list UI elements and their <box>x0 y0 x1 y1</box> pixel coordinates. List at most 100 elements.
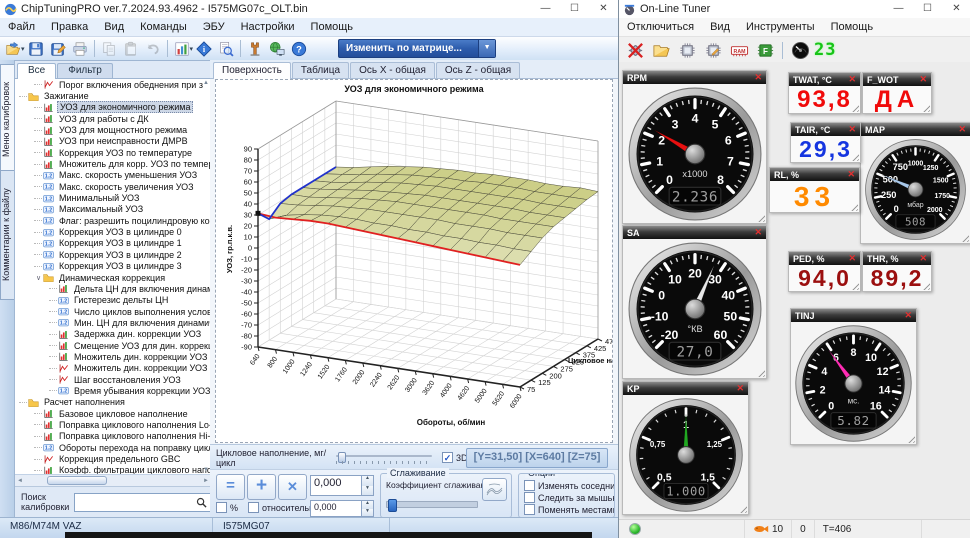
menu-0[interactable]: Файл <box>0 20 43 34</box>
gauge-window-rpm[interactable]: RPM✕012345678x10002.236 <box>622 70 767 224</box>
display-window-tair[interactable]: TAIR, °C✕29,3 <box>790 122 861 163</box>
hscroll-thumb[interactable] <box>47 476 107 485</box>
ram-button[interactable]: RAM <box>727 38 751 62</box>
close-icon[interactable]: ✕ <box>919 254 927 263</box>
checkbox-3d[interactable]: ✓ <box>442 452 453 463</box>
tree-item-8[interactable]: 1.2Макс. скорость уменьшения УОЗ <box>15 170 211 181</box>
smoothing-thumb[interactable] <box>388 499 397 512</box>
tree-item-28[interactable]: Расчет наполнения <box>15 397 211 408</box>
tree-item-25[interactable]: Множитель дин. коррекции УОЗ по <box>15 363 211 374</box>
matrix-mode-dropdown[interactable]: Изменить по матрице...▼ <box>338 39 496 58</box>
tree-item-7[interactable]: Множитель для корр. УОЗ по температ <box>15 158 211 169</box>
expander-icon[interactable]: ∨ <box>34 274 43 282</box>
display-window-rl[interactable]: RL, %✕33 <box>769 167 860 213</box>
tree-item-18[interactable]: Дельта ЦН для включения динами <box>15 283 211 294</box>
tree-item-6[interactable]: Коррекция УОЗ по температуре <box>15 147 211 158</box>
tuner-maximize-button[interactable]: ☐ <box>913 0 942 18</box>
gauge-indicator-button[interactable] <box>788 38 812 62</box>
tree-tab-Фильтр[interactable]: Фильтр <box>57 63 113 78</box>
doc-tab-Таблица[interactable]: Таблица <box>292 62 349 78</box>
close-button[interactable]: ✕ <box>589 0 618 18</box>
search-input[interactable] <box>74 493 211 512</box>
help-button[interactable]: ? <box>288 38 310 59</box>
tree-item-33[interactable]: Коррекция предельного GBC <box>15 453 211 464</box>
tree-item-23[interactable]: Смещение УОЗ для дин. коррекци <box>15 340 211 351</box>
gauge-titlebar-map[interactable]: MAP✕ <box>861 123 970 136</box>
main-titlebar[interactable]: ChipTuningPRO ver.7.2024.93.4962 - I575M… <box>0 0 618 18</box>
doc-tab-Ось X - общая[interactable]: Ось X - общая <box>350 62 435 78</box>
scroll-down-icon[interactable]: ▼ <box>202 466 210 474</box>
relative-spinner[interactable]: 0,000 ▲▼ <box>310 500 374 517</box>
display-titlebar-thr[interactable]: THR, %✕ <box>863 252 931 265</box>
open-dropdown-icon[interactable]: ▾ <box>21 45 25 53</box>
value-spinner[interactable]: 0,000 ▲▼ <box>310 475 374 496</box>
gauge-window-tinj[interactable]: TINJ✕0246810121416мс.5.82 <box>790 308 917 445</box>
tree-item-29[interactable]: Базовое цикловое наполнение <box>15 408 211 419</box>
close-icon[interactable]: ✕ <box>848 75 856 84</box>
tree-item-5[interactable]: УОЗ при неисправности ДМРВ <box>15 136 211 147</box>
apply-smoothing-button[interactable] <box>482 478 507 501</box>
paste-button[interactable] <box>120 38 142 59</box>
relative-checkbox[interactable] <box>248 502 259 513</box>
tree-item-30[interactable]: Поправка циклового наполнения Lo-RP <box>15 419 211 430</box>
option-checkbox-2[interactable] <box>524 504 535 515</box>
close-icon[interactable]: ✕ <box>904 311 912 320</box>
close-icon[interactable]: ✕ <box>754 228 762 237</box>
set-value-button[interactable]: = <box>216 474 245 500</box>
menu-2[interactable]: Вид <box>96 20 132 34</box>
tools-button[interactable] <box>244 38 266 59</box>
tree-item-27[interactable]: 1.2Время убывания коррекции УОЗ <box>15 385 211 396</box>
surface-chart-area[interactable]: -90-80-70-60-50-40-30-20-100102030405060… <box>215 79 613 443</box>
option-checkbox-0[interactable] <box>524 480 535 491</box>
disconnect-button[interactable] <box>623 38 647 62</box>
tree-item-19[interactable]: 1.2Гистерезис дельты ЦН <box>15 295 211 306</box>
tree-item-15[interactable]: 1.2Коррекция УОЗ в цилиндре 2 <box>15 249 211 260</box>
menu-5[interactable]: Настройки <box>233 20 303 34</box>
gauge-titlebar-rpm[interactable]: RPM✕ <box>623 71 766 84</box>
tuner-minimize-button[interactable]: — <box>884 0 913 18</box>
display-titlebar-tair[interactable]: TAIR, °C✕ <box>791 123 860 136</box>
dropdown-arrow-icon[interactable]: ▼ <box>478 40 495 57</box>
tree-item-14[interactable]: 1.2Коррекция УОЗ в цилиндре 1 <box>15 238 211 249</box>
tree-item-11[interactable]: 1.2Максимальный УОЗ <box>15 204 211 215</box>
side-tab-comments[interactable]: Комментарии к файлу <box>0 170 14 300</box>
value-spinner-arrows[interactable]: ▲▼ <box>361 476 373 495</box>
close-icon[interactable]: ✕ <box>736 384 744 393</box>
tree-item-13[interactable]: 1.2Коррекция УОЗ в цилиндре 0 <box>15 226 211 237</box>
copy-button[interactable] <box>98 38 120 59</box>
display-titlebar-rl[interactable]: RL, %✕ <box>770 168 859 181</box>
tree-item-2[interactable]: УОЗ для экономичного режима <box>15 102 211 113</box>
doc-tab-Поверхность[interactable]: Поверхность <box>213 62 291 79</box>
search-field[interactable] <box>75 496 196 508</box>
value-spinner-text[interactable]: 0,000 <box>311 476 361 495</box>
menu-6[interactable]: Помощь <box>303 20 362 34</box>
tree-item-21[interactable]: 1.2Мин. ЦН для включения динамичес <box>15 317 211 328</box>
tree-item-16[interactable]: 1.2Коррекция УОЗ в цилиндре 3 <box>15 261 211 272</box>
folder-button[interactable] <box>649 38 673 62</box>
menu-1[interactable]: Правка <box>43 20 96 34</box>
close-icon[interactable]: ✕ <box>848 125 856 134</box>
relative-spinner-text[interactable]: 0,000 <box>311 501 361 516</box>
gauge-titlebar-sa[interactable]: SA✕ <box>623 226 766 239</box>
tree-item-26[interactable]: Шаг восстановления УОЗ <box>15 374 211 385</box>
save-button[interactable] <box>25 38 47 59</box>
display-window-fwot[interactable]: F_WOT✕ДА <box>862 72 932 114</box>
tree-item-31[interactable]: Поправка циклового наполнения Hi-RPI <box>15 431 211 442</box>
close-icon[interactable]: ✕ <box>754 73 762 82</box>
tree-item-24[interactable]: Множитель дин. коррекции УОЗ по <box>15 351 211 362</box>
slider-track[interactable] <box>336 455 432 457</box>
tree-item-9[interactable]: 1.2Макс. скорость увеличения УОЗ <box>15 181 211 192</box>
tree-item-12[interactable]: 1.2Флаг: разрешить поцилиндровую корр <box>15 215 211 226</box>
gauge-window-kp[interactable]: KP✕0,50,7511,251,51.000 <box>622 381 749 515</box>
tree-item-22[interactable]: Задержка дин. коррекции УОЗ <box>15 329 211 340</box>
option-checkbox-1[interactable] <box>524 492 535 503</box>
print-button[interactable] <box>69 38 91 59</box>
menu-3[interactable]: Команды <box>132 20 195 34</box>
tuner-menu-1[interactable]: Вид <box>702 20 738 34</box>
close-icon[interactable]: ✕ <box>847 170 855 179</box>
scroll-left-icon[interactable]: ◄ <box>15 478 25 484</box>
gauge-titlebar-kp[interactable]: KP✕ <box>623 382 748 395</box>
gauge-window-map[interactable]: MAP✕025050075010001250150017502000мбар50… <box>860 122 970 244</box>
tree-horizontal-scrollbar[interactable]: ◄ ► <box>15 474 211 486</box>
slice-slider[interactable] <box>336 452 432 464</box>
